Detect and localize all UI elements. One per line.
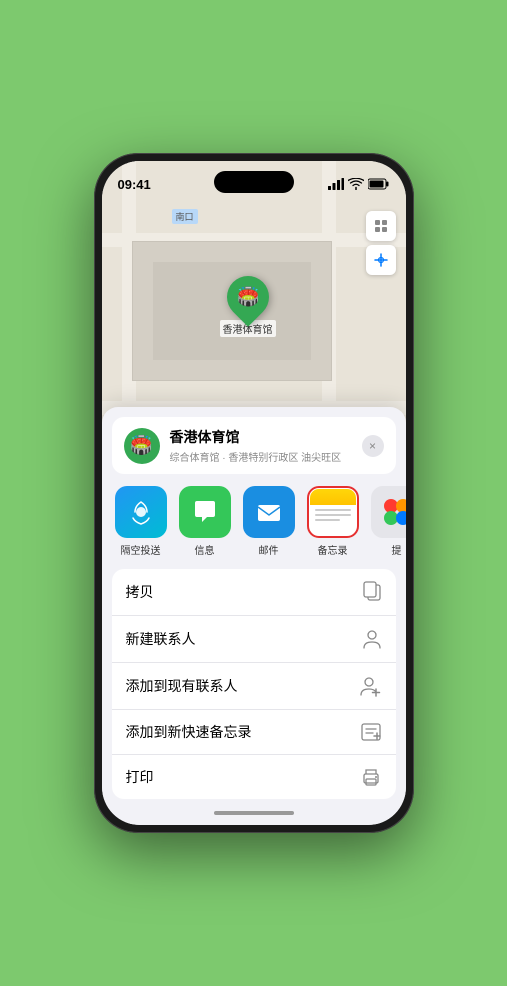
- location-card: 🏟️ 香港体育馆 综合体育馆 · 香港特别行政区 油尖旺区 ×: [112, 417, 396, 474]
- close-button[interactable]: ×: [362, 435, 384, 457]
- copy-icon: [362, 581, 382, 603]
- add-notes-label: 添加到新快速备忘录: [126, 722, 252, 742]
- dynamic-island: [214, 171, 294, 193]
- add-person-icon: [360, 675, 382, 697]
- messages-label: 信息: [195, 542, 215, 557]
- messages-icon: [179, 486, 231, 538]
- print-icon: [360, 767, 382, 787]
- action-add-contact[interactable]: 添加到现有联系人: [112, 663, 396, 710]
- status-icons: [328, 178, 390, 190]
- share-app-notes[interactable]: 备忘录: [304, 486, 362, 557]
- location-button[interactable]: [366, 245, 396, 275]
- share-apps-row: 隔空投送 信息: [102, 474, 406, 563]
- action-copy[interactable]: 拷贝: [112, 569, 396, 616]
- mail-label: 邮件: [259, 542, 279, 557]
- phone-screen: 09:41: [102, 161, 406, 825]
- mail-icon: [243, 486, 295, 538]
- venue-icon: 🏟️: [124, 428, 160, 464]
- share-app-messages[interactable]: 信息: [176, 486, 234, 557]
- notes-label: 备忘录: [318, 542, 348, 557]
- action-new-contact[interactable]: 新建联系人: [112, 616, 396, 663]
- location-info: 香港体育馆 综合体育馆 · 香港特别行政区 油尖旺区: [170, 427, 352, 464]
- add-contact-label: 添加到现有联系人: [126, 676, 238, 696]
- wifi-icon: [348, 178, 364, 190]
- share-app-airdrop[interactable]: 隔空投送: [112, 486, 170, 557]
- compass-icon: [374, 253, 388, 267]
- print-label: 打印: [126, 767, 154, 787]
- signal-icon: [328, 178, 344, 190]
- location-subtitle: 综合体育馆 · 香港特别行政区 油尖旺区: [170, 449, 352, 464]
- action-list: 拷贝 新建联系人 添加到现有联系人: [112, 569, 396, 799]
- new-contact-label: 新建联系人: [126, 629, 196, 649]
- map-pin: 🏟️ 香港体育馆: [220, 276, 276, 337]
- action-print[interactable]: 打印: [112, 755, 396, 799]
- map-type-button[interactable]: [366, 211, 396, 241]
- map-controls: [366, 211, 396, 279]
- share-app-mail[interactable]: 邮件: [240, 486, 298, 557]
- share-app-more[interactable]: 提: [368, 486, 406, 557]
- map-layers-icon: [373, 218, 389, 234]
- phone-frame: 09:41: [94, 153, 414, 833]
- status-time: 09:41: [118, 177, 151, 192]
- home-bar: [214, 811, 294, 815]
- home-indicator: [102, 805, 406, 825]
- quick-note-icon: [360, 722, 382, 742]
- copy-label: 拷贝: [126, 582, 154, 602]
- more-apps-icon: [371, 486, 406, 538]
- pin-icon: 🏟️: [236, 287, 258, 308]
- airdrop-label: 隔空投送: [121, 542, 161, 557]
- bottom-sheet: 🏟️ 香港体育馆 综合体育馆 · 香港特别行政区 油尖旺区 ×: [102, 407, 406, 825]
- pin-circle: 🏟️: [218, 267, 277, 326]
- location-name: 香港体育馆: [170, 427, 352, 447]
- map-area-label: 南口: [172, 209, 198, 224]
- more-label: 提: [392, 542, 402, 557]
- action-add-notes[interactable]: 添加到新快速备忘录: [112, 710, 396, 755]
- person-icon: [362, 628, 382, 650]
- notes-app-icon: [307, 486, 359, 538]
- airdrop-icon: [115, 486, 167, 538]
- battery-icon: [368, 178, 390, 190]
